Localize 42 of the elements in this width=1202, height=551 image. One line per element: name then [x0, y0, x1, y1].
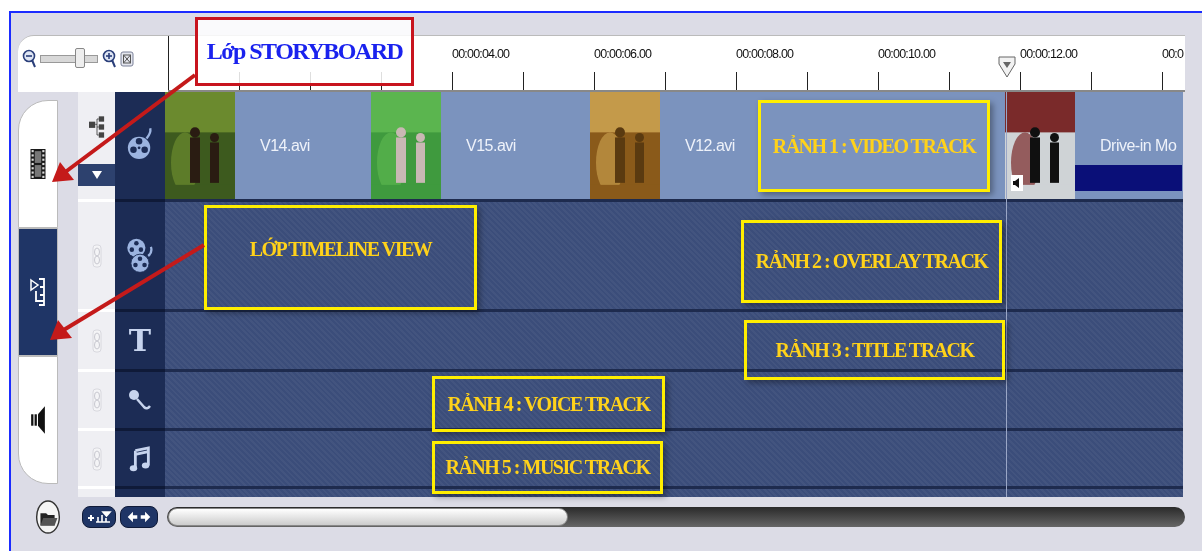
speaker-icon: [30, 405, 46, 435]
time-label: 00:00:12.00: [1020, 46, 1079, 62]
callout-text: RẢNH 3 : TITLE TRACK: [775, 338, 974, 362]
zoom-out-icon[interactable]: [22, 49, 36, 69]
view-tab[interactable]: [18, 228, 58, 356]
clip-name[interactable]: Drive-in Mo: [1100, 136, 1177, 155]
microphone-icon: [128, 387, 152, 413]
clip-name[interactable]: V14.avi: [260, 136, 310, 155]
time-label: 00:00:08.00: [736, 46, 795, 62]
insert-icon: [86, 510, 112, 524]
callout-text: Lớp STORYBOARD: [206, 38, 403, 65]
time-label: 00:00:04.00: [452, 46, 511, 62]
film-strip-icon: [30, 149, 46, 179]
timeline-icon: [30, 277, 46, 307]
scrollbar-thumb[interactable]: [168, 508, 568, 526]
time-label: 00:00:06.00: [594, 46, 653, 62]
scrollbar[interactable]: [167, 507, 1185, 527]
callout-text: RẢNH 5 : MUSIC TRACK: [445, 456, 650, 479]
callout-text: RẢNH 4 : VOICE TRACK: [447, 392, 650, 416]
title-track-icon: T: [128, 325, 152, 356]
left-right-arrows-icon: [126, 510, 152, 524]
time-label: 00:00:10.00: [878, 46, 937, 62]
arrow-buttons[interactable]: [120, 506, 158, 528]
folder-icon[interactable]: [35, 500, 61, 534]
insert-button[interactable]: [82, 506, 116, 528]
speaker-icon: [1011, 175, 1023, 191]
callout-text: RẢNH 1 : VIDEO TRACK: [772, 134, 976, 158]
callout-text: LỚP TIMELINE VIEW: [249, 238, 432, 261]
playhead-marker[interactable]: [998, 56, 1016, 78]
callout-text: RẢNH 2 : OVERLAY TRACK: [755, 250, 988, 273]
zoom-in-icon[interactable]: [102, 49, 116, 69]
fit-icon[interactable]: [120, 51, 134, 67]
clip-name[interactable]: V12.avi: [685, 136, 735, 155]
caret-icon: [91, 170, 102, 179]
clip-name[interactable]: V15.avi: [466, 136, 516, 155]
view-tab[interactable]: [18, 100, 58, 228]
zoom-slider-thumb[interactable]: [75, 48, 86, 68]
dropdown-button[interactable]: [78, 163, 115, 186]
time-label: 00:0: [1162, 46, 1185, 62]
thumbnail-grid-icon[interactable]: [88, 115, 105, 138]
view-tab[interactable]: [18, 356, 58, 484]
music-note-icon: [128, 445, 152, 472]
